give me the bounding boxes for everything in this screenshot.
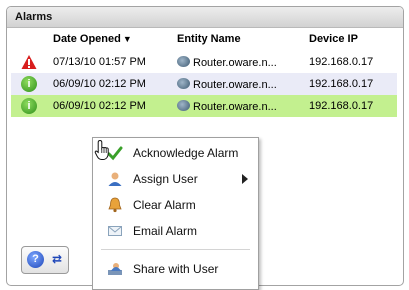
menu-item-label: Clear Alarm [133,198,196,212]
hand-cursor-icon [94,139,109,160]
submenu-arrow-icon [242,174,248,184]
help-icon[interactable]: ? [27,251,44,268]
device-ip-cell: 192.168.0.17 [309,78,374,90]
router-icon [177,78,190,89]
menu-item-assign-user[interactable]: Assign User [93,166,258,192]
bell-icon [108,197,122,213]
entity-name-cell: Router.oware.n... [177,56,277,69]
user-icon [108,172,122,186]
entity-name-cell: Router.oware.n... [177,78,277,91]
info-alarm-icon: i [21,76,37,92]
menu-item-label: Email Alarm [133,224,198,238]
column-header-label: Device IP [309,33,358,45]
menu-item-clear-alarm[interactable]: Clear Alarm [93,192,258,218]
menu-item-label: Acknowledge Alarm [133,146,239,160]
menu-item-label: Assign User [133,172,198,186]
column-header-date-opened[interactable]: Date Opened ▼ [53,33,132,51]
date-opened-cell: 06/09/10 02:12 PM [53,100,146,112]
panel-titlebar: Alarms [7,7,403,28]
date-opened-cell: 07/13/10 01:57 PM [53,56,146,68]
table-row[interactable]: 07/13/10 01:57 PM Router.oware.n... 192.… [11,51,397,73]
sort-descending-icon: ▼ [122,34,132,44]
column-header-label: Entity Name [177,33,241,45]
swap-icon[interactable]: ⇄ [49,251,65,268]
entity-name-text: Router.oware.n... [193,57,277,69]
date-opened-cell: 06/09/10 02:12 PM [53,78,146,90]
entity-name-text: Router.oware.n... [193,101,277,113]
device-ip-cell: 192.168.0.17 [309,100,374,112]
bottom-toolbar: ? ⇄ [21,246,69,274]
menu-item-share-with-user[interactable]: Share with User [93,256,258,282]
entity-name-cell: Router.oware.n... [177,100,277,113]
panel-title: Alarms [15,11,53,23]
table-row[interactable]: i 06/09/10 02:12 PM Router.oware.n... 19… [11,73,397,95]
column-header-label: Date Opened [53,33,121,45]
context-menu: Acknowledge Alarm Assign User Clear Alar… [92,137,259,290]
info-alarm-icon: i [21,98,37,114]
table-row-selected[interactable]: i 06/09/10 02:12 PM Router.oware.n... 19… [11,95,397,117]
entity-name-text: Router.oware.n... [193,79,277,91]
column-header-device-ip[interactable]: Device IP [309,33,358,51]
critical-alarm-icon [21,55,37,69]
menu-separator [101,249,250,250]
share-user-icon [108,263,122,275]
envelope-icon [108,226,122,236]
router-icon [177,100,190,111]
menu-item-email-alarm[interactable]: Email Alarm [93,218,258,244]
device-ip-cell: 192.168.0.17 [309,56,374,68]
column-header-entity-name[interactable]: Entity Name [177,33,241,51]
menu-item-label: Share with User [133,262,219,276]
router-icon [177,56,190,67]
menu-item-acknowledge-alarm[interactable]: Acknowledge Alarm [93,140,258,166]
